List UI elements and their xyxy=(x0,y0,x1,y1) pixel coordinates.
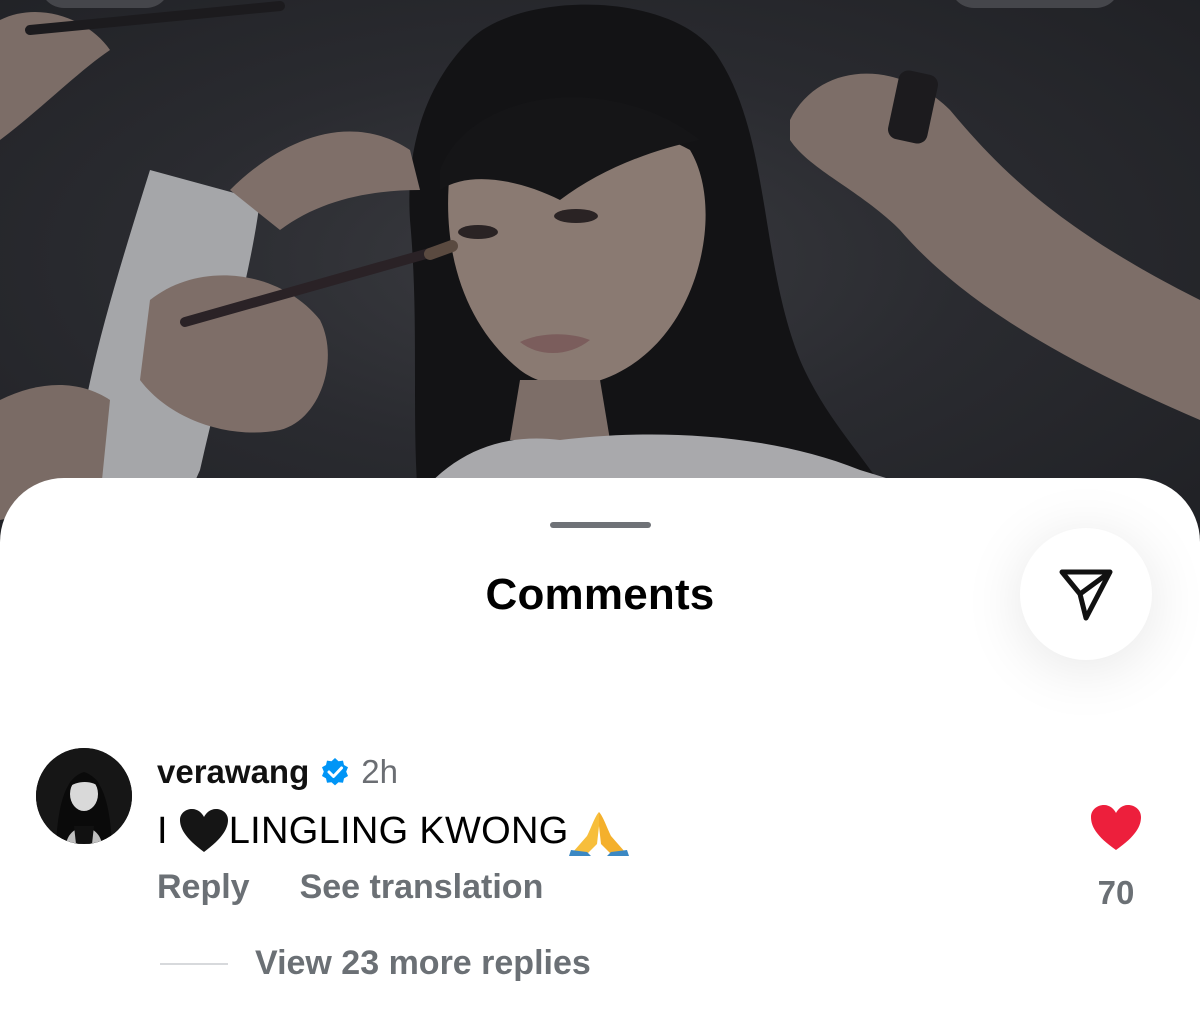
top-left-control[interactable] xyxy=(40,0,170,8)
folded-hands-icon xyxy=(568,812,629,856)
comment-username[interactable]: verawang xyxy=(157,753,309,791)
comment-text-prefix: I xyxy=(157,809,179,852)
see-translation-button[interactable]: See translation xyxy=(300,868,544,907)
replies-divider xyxy=(160,962,228,965)
comment-timestamp: 2h xyxy=(361,753,398,790)
avatar[interactable] xyxy=(36,748,132,844)
like-count: 70 xyxy=(1097,874,1135,911)
comment-text: I LINGLING KWONG xyxy=(157,806,629,856)
post-photo xyxy=(0,0,1200,560)
verified-badge-icon xyxy=(322,758,349,786)
comment-actions: Reply See translation xyxy=(157,868,543,907)
comment-text-main: LINGLING KWONG xyxy=(228,809,569,852)
top-right-control[interactable] xyxy=(950,0,1120,8)
comment-item: verawang 2h I LINGLING KWONG Reply See t… xyxy=(0,746,1200,1006)
black-heart-icon xyxy=(179,809,228,852)
view-more-replies[interactable]: View 23 more replies xyxy=(160,944,591,983)
send-icon xyxy=(1059,569,1113,621)
share-button[interactable] xyxy=(1020,528,1152,660)
comments-sheet: Comments verawang 2h I LINGLING KWONG Re… xyxy=(0,478,1200,1023)
reply-button[interactable]: Reply xyxy=(157,868,250,907)
photo-illustration xyxy=(0,1,1200,560)
sheet-grabber[interactable] xyxy=(550,522,651,528)
avatar-image xyxy=(36,748,132,844)
view-more-replies-label: View 23 more replies xyxy=(255,944,591,982)
like-heart-icon[interactable] xyxy=(1090,804,1142,852)
comment-meta: verawang 2h xyxy=(157,752,398,792)
